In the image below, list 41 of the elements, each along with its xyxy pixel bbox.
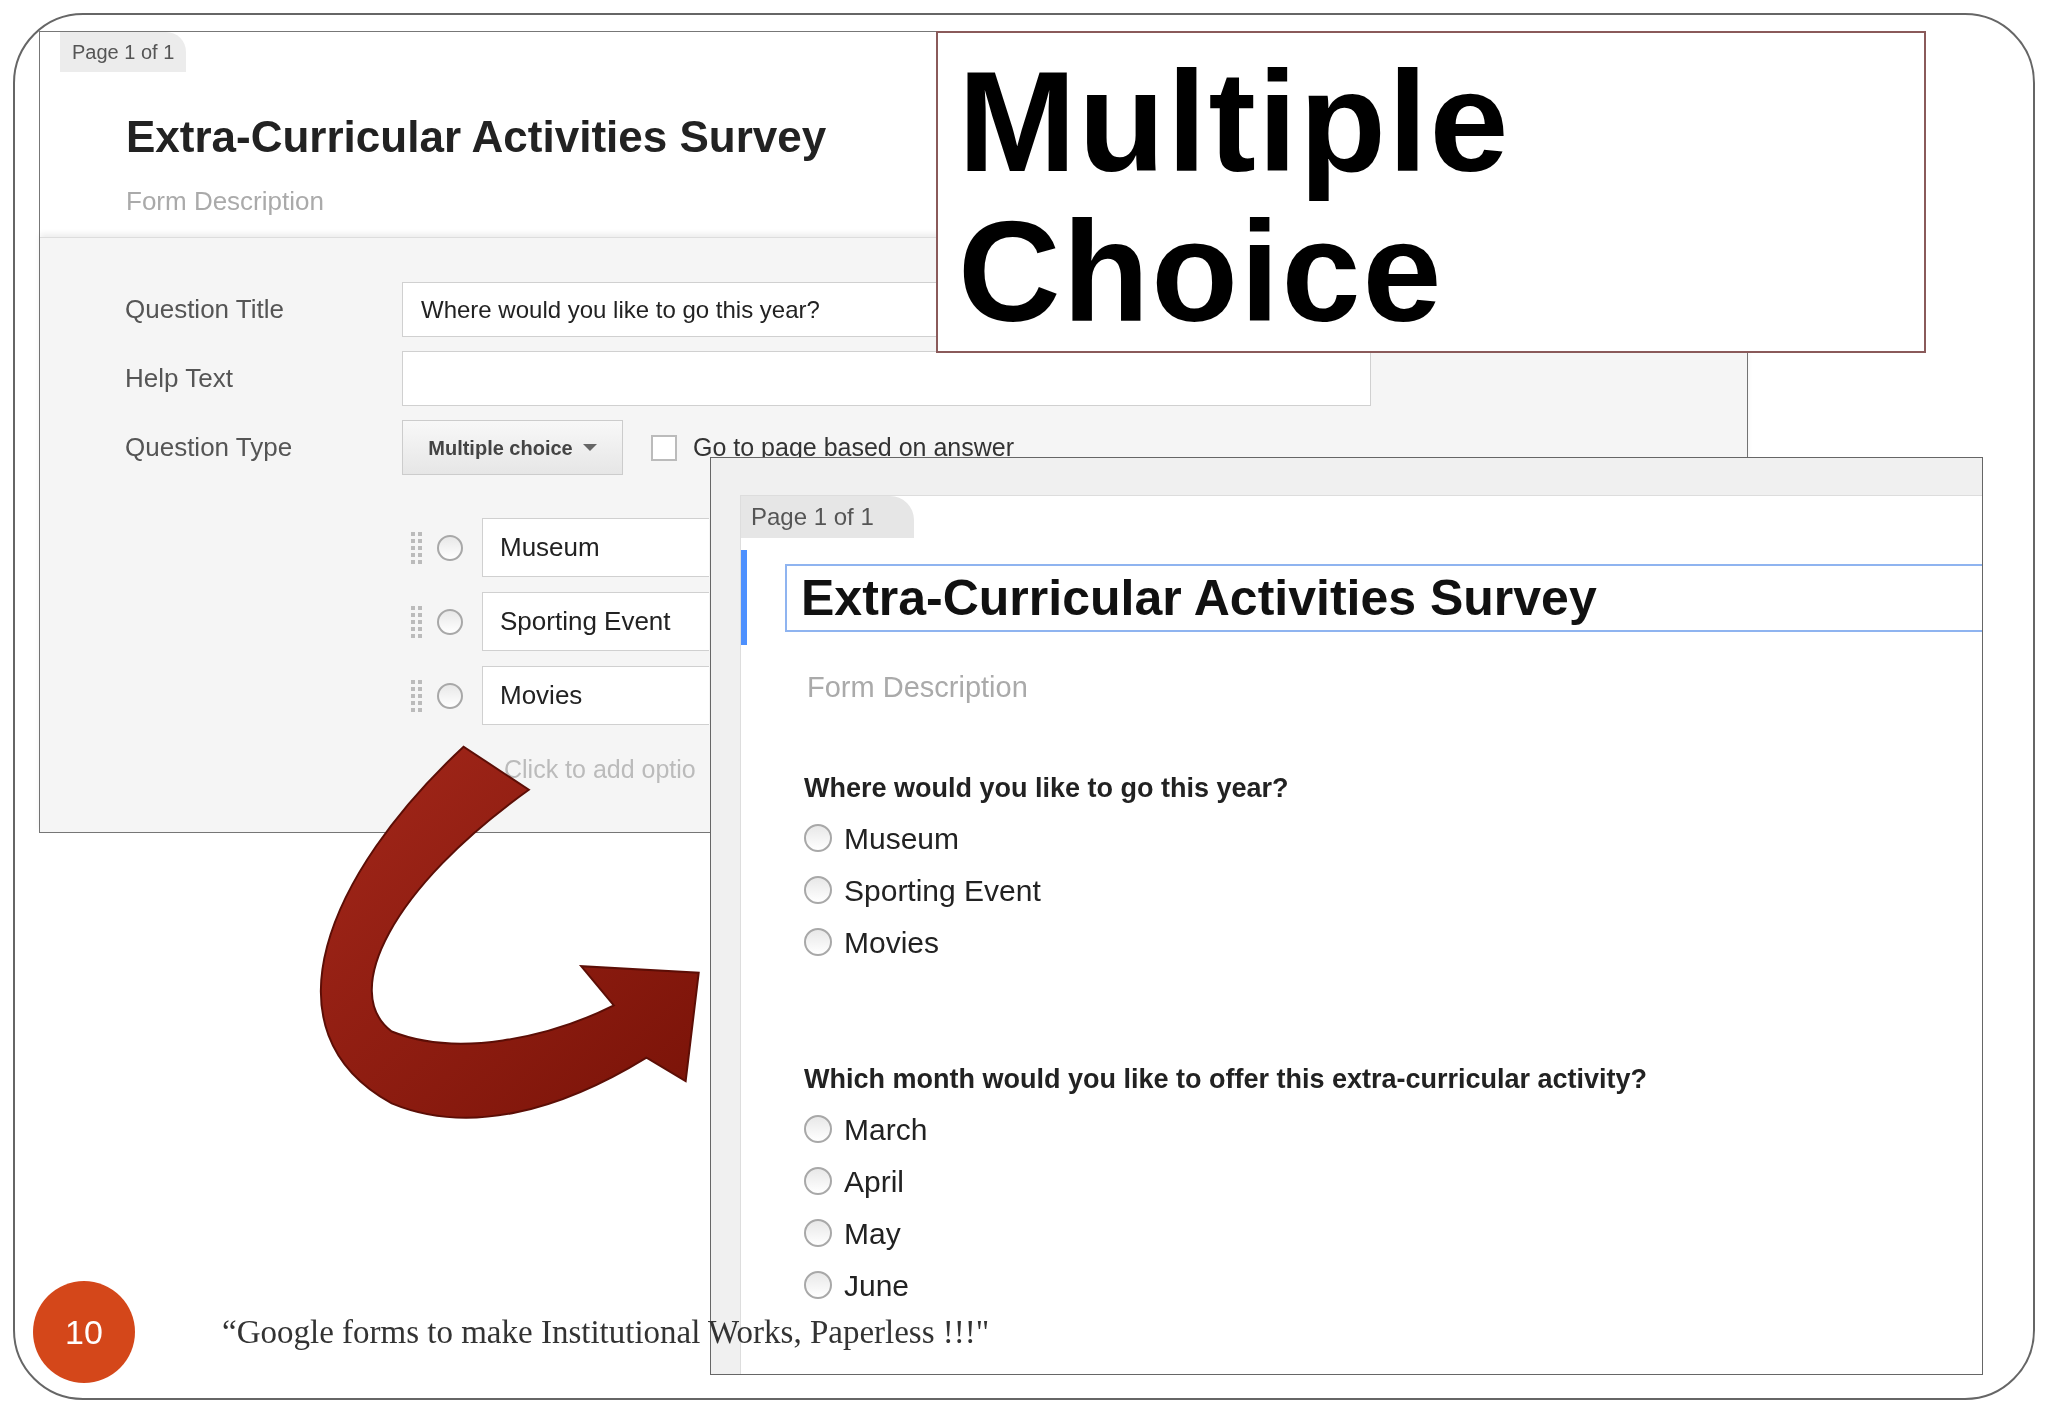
- drag-handle-icon[interactable]: [410, 678, 424, 713]
- radio-button[interactable]: [804, 1167, 832, 1195]
- option-field[interactable]: Museum: [482, 518, 709, 577]
- form-description-field[interactable]: Form Description: [126, 185, 626, 217]
- slide-title: Multiple Choice: [958, 47, 1512, 347]
- field-label: Question Title: [125, 293, 285, 326]
- radio-option[interactable]: April: [804, 1158, 904, 1204]
- checkbox[interactable]: [651, 434, 677, 461]
- question-title: Which month would you like to offer this extra-curricular activity?: [804, 1063, 1649, 1095]
- radio-option[interactable]: March: [804, 1106, 928, 1152]
- radio-button[interactable]: [804, 1115, 832, 1143]
- help-text-field[interactable]: [402, 351, 1371, 406]
- radio-button[interactable]: [804, 824, 832, 852]
- question-title: Where would you like to go this year?: [804, 772, 1290, 804]
- form-description-field[interactable]: Form Description: [807, 669, 1407, 705]
- drag-handle-icon[interactable]: [410, 530, 424, 565]
- field-label: Question Type: [125, 431, 294, 464]
- question-type-dropdown[interactable]: Multiple choice: [402, 420, 623, 475]
- radio-button[interactable]: [437, 534, 463, 561]
- radio-button[interactable]: [804, 1271, 832, 1299]
- radio-button[interactable]: [804, 1219, 832, 1247]
- form-title-field[interactable]: Extra-Curricular Activities Survey: [785, 564, 1982, 632]
- caret-icon: [582, 443, 597, 452]
- option-field[interactable]: Sporting Event: [482, 592, 709, 651]
- field-label: Help Text: [125, 362, 234, 395]
- radio-option[interactable]: Sporting Event: [804, 867, 1041, 913]
- page-tab[interactable]: Page 1 of 1: [741, 496, 914, 538]
- radio-option[interactable]: Museum: [804, 815, 960, 861]
- page-number-badge: 10: [33, 1281, 135, 1383]
- radio-option[interactable]: June: [804, 1262, 910, 1308]
- radio-button[interactable]: [437, 608, 463, 635]
- form-title: Extra-Curricular Activities Survey: [126, 111, 828, 163]
- drag-handle-icon[interactable]: [410, 604, 424, 639]
- radio-button[interactable]: [437, 682, 463, 709]
- radio-button[interactable]: [804, 928, 832, 956]
- question-title-field[interactable]: Where would you like to go this year?: [402, 282, 936, 337]
- radio-button[interactable]: [804, 876, 832, 904]
- option-field[interactable]: Movies: [482, 666, 709, 725]
- radio-option[interactable]: Movies: [804, 919, 940, 965]
- page-tab[interactable]: Page 1 of 1: [60, 32, 187, 72]
- radio-option[interactable]: May: [804, 1210, 901, 1256]
